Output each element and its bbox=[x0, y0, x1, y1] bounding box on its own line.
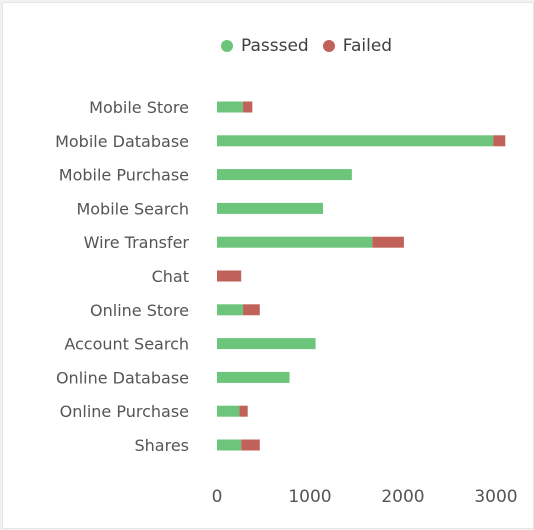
x-tick-label: 1000 bbox=[288, 487, 331, 507]
category-label-online-purchase: Online Purchase bbox=[60, 402, 189, 421]
bar-failed-shares[interactable] bbox=[241, 439, 260, 451]
bar-failed-mobile-database[interactable] bbox=[493, 135, 506, 147]
category-label-shares: Shares bbox=[134, 436, 189, 455]
bar-passsed-mobile-purchase[interactable] bbox=[217, 169, 352, 181]
category-label-wire-transfer: Wire Transfer bbox=[84, 233, 190, 252]
category-label-account-search: Account Search bbox=[64, 335, 189, 354]
x-tick-label: 2000 bbox=[381, 487, 424, 507]
bar-passsed-mobile-database[interactable] bbox=[217, 135, 494, 147]
bar-passsed-mobile-store[interactable] bbox=[217, 101, 244, 113]
category-label-chat: Chat bbox=[152, 267, 189, 286]
category-label-mobile-database: Mobile Database bbox=[55, 132, 189, 151]
category-label-online-database: Online Database bbox=[56, 368, 189, 387]
category-label-mobile-purchase: Mobile Purchase bbox=[59, 166, 189, 185]
bar-failed-online-purchase[interactable] bbox=[239, 405, 248, 417]
bar-failed-wire-transfer[interactable] bbox=[372, 236, 404, 248]
bar-passsed-wire-transfer[interactable] bbox=[217, 236, 373, 248]
category-label-mobile-store: Mobile Store bbox=[89, 98, 189, 117]
stacked-bar-chart: Mobile Store Mobile Database Mobile Purcha… bbox=[55, 98, 518, 507]
bar-passsed-mobile-search[interactable] bbox=[217, 202, 324, 214]
bar-passsed-shares[interactable] bbox=[217, 439, 242, 451]
bar-failed-chat[interactable] bbox=[217, 270, 242, 282]
category-label-online-store: Online Store bbox=[90, 301, 189, 320]
bar-failed-mobile-store[interactable] bbox=[243, 101, 253, 113]
bar-passsed-online-store[interactable] bbox=[217, 304, 244, 316]
category-label-mobile-search: Mobile Search bbox=[76, 199, 189, 218]
bar-passsed-account-search[interactable] bbox=[217, 338, 316, 350]
x-tick-label: 3000 bbox=[474, 487, 517, 507]
bar-failed-online-store[interactable] bbox=[243, 304, 260, 316]
bar-passsed-online-purchase[interactable] bbox=[217, 405, 240, 417]
bar-passsed-online-database[interactable] bbox=[217, 371, 290, 383]
x-tick-label: 0 bbox=[212, 487, 223, 507]
